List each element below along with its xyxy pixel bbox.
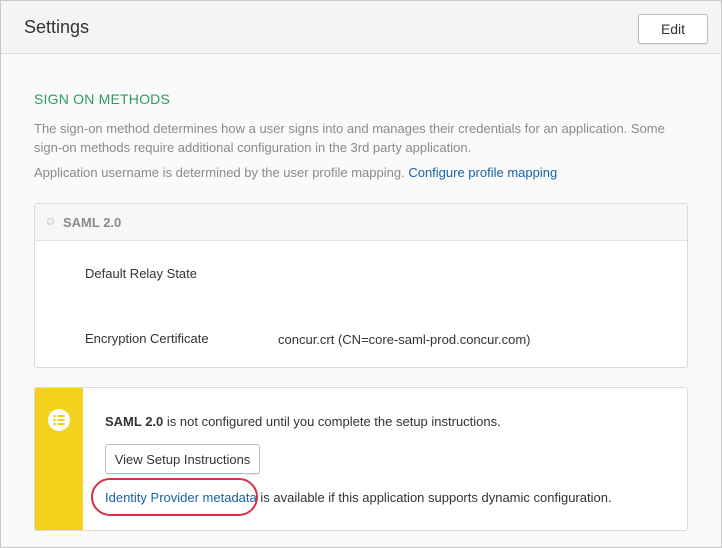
username-mapping-text: Application username is determined by th…: [34, 165, 405, 180]
metadata-line-text: is available if this application support…: [256, 490, 612, 505]
list-icon: [48, 409, 70, 431]
section-title: SIGN ON METHODS: [34, 91, 171, 107]
settings-header: Settings Edit: [1, 1, 721, 54]
saml-label: SAML 2.0: [63, 215, 122, 230]
page-title: Settings: [24, 17, 90, 37]
username-mapping-line: Application username is determined by th…: [34, 165, 557, 180]
edit-button[interactable]: Edit: [638, 14, 708, 44]
saml-method-card: SAML 2.0 Default Relay State Encryption …: [34, 203, 688, 368]
identity-provider-metadata-link[interactable]: Identity Provider metadata: [105, 490, 257, 505]
sign-on-description: The sign-on method determines how a user…: [34, 121, 665, 155]
notice-message: SAML 2.0 is not configured until you com…: [105, 414, 501, 429]
view-setup-instructions-button[interactable]: View Setup Instructions: [105, 444, 260, 474]
configure-profile-mapping-link[interactable]: Configure profile mapping: [408, 165, 557, 180]
saml-card-header: SAML 2.0: [35, 204, 687, 241]
notice-accent-bar: [35, 388, 83, 530]
notice-message-text: is not configured until you complete the…: [163, 414, 501, 429]
notice-saml-label: SAML 2.0: [105, 414, 164, 429]
encryption-certificate-label: Encryption Certificate: [85, 331, 209, 346]
settings-panel: Settings Edit SIGN ON METHODS The sign-o…: [0, 0, 722, 548]
encryption-certificate-value: concur.crt (CN=core-saml-prod.concur.com…: [278, 332, 531, 347]
relay-state-label: Default Relay State: [85, 266, 198, 281]
metadata-line: Identity Provider metadata is available …: [105, 490, 612, 505]
saml-radio[interactable]: [47, 218, 54, 225]
setup-notice: SAML 2.0 is not configured until you com…: [34, 387, 688, 531]
